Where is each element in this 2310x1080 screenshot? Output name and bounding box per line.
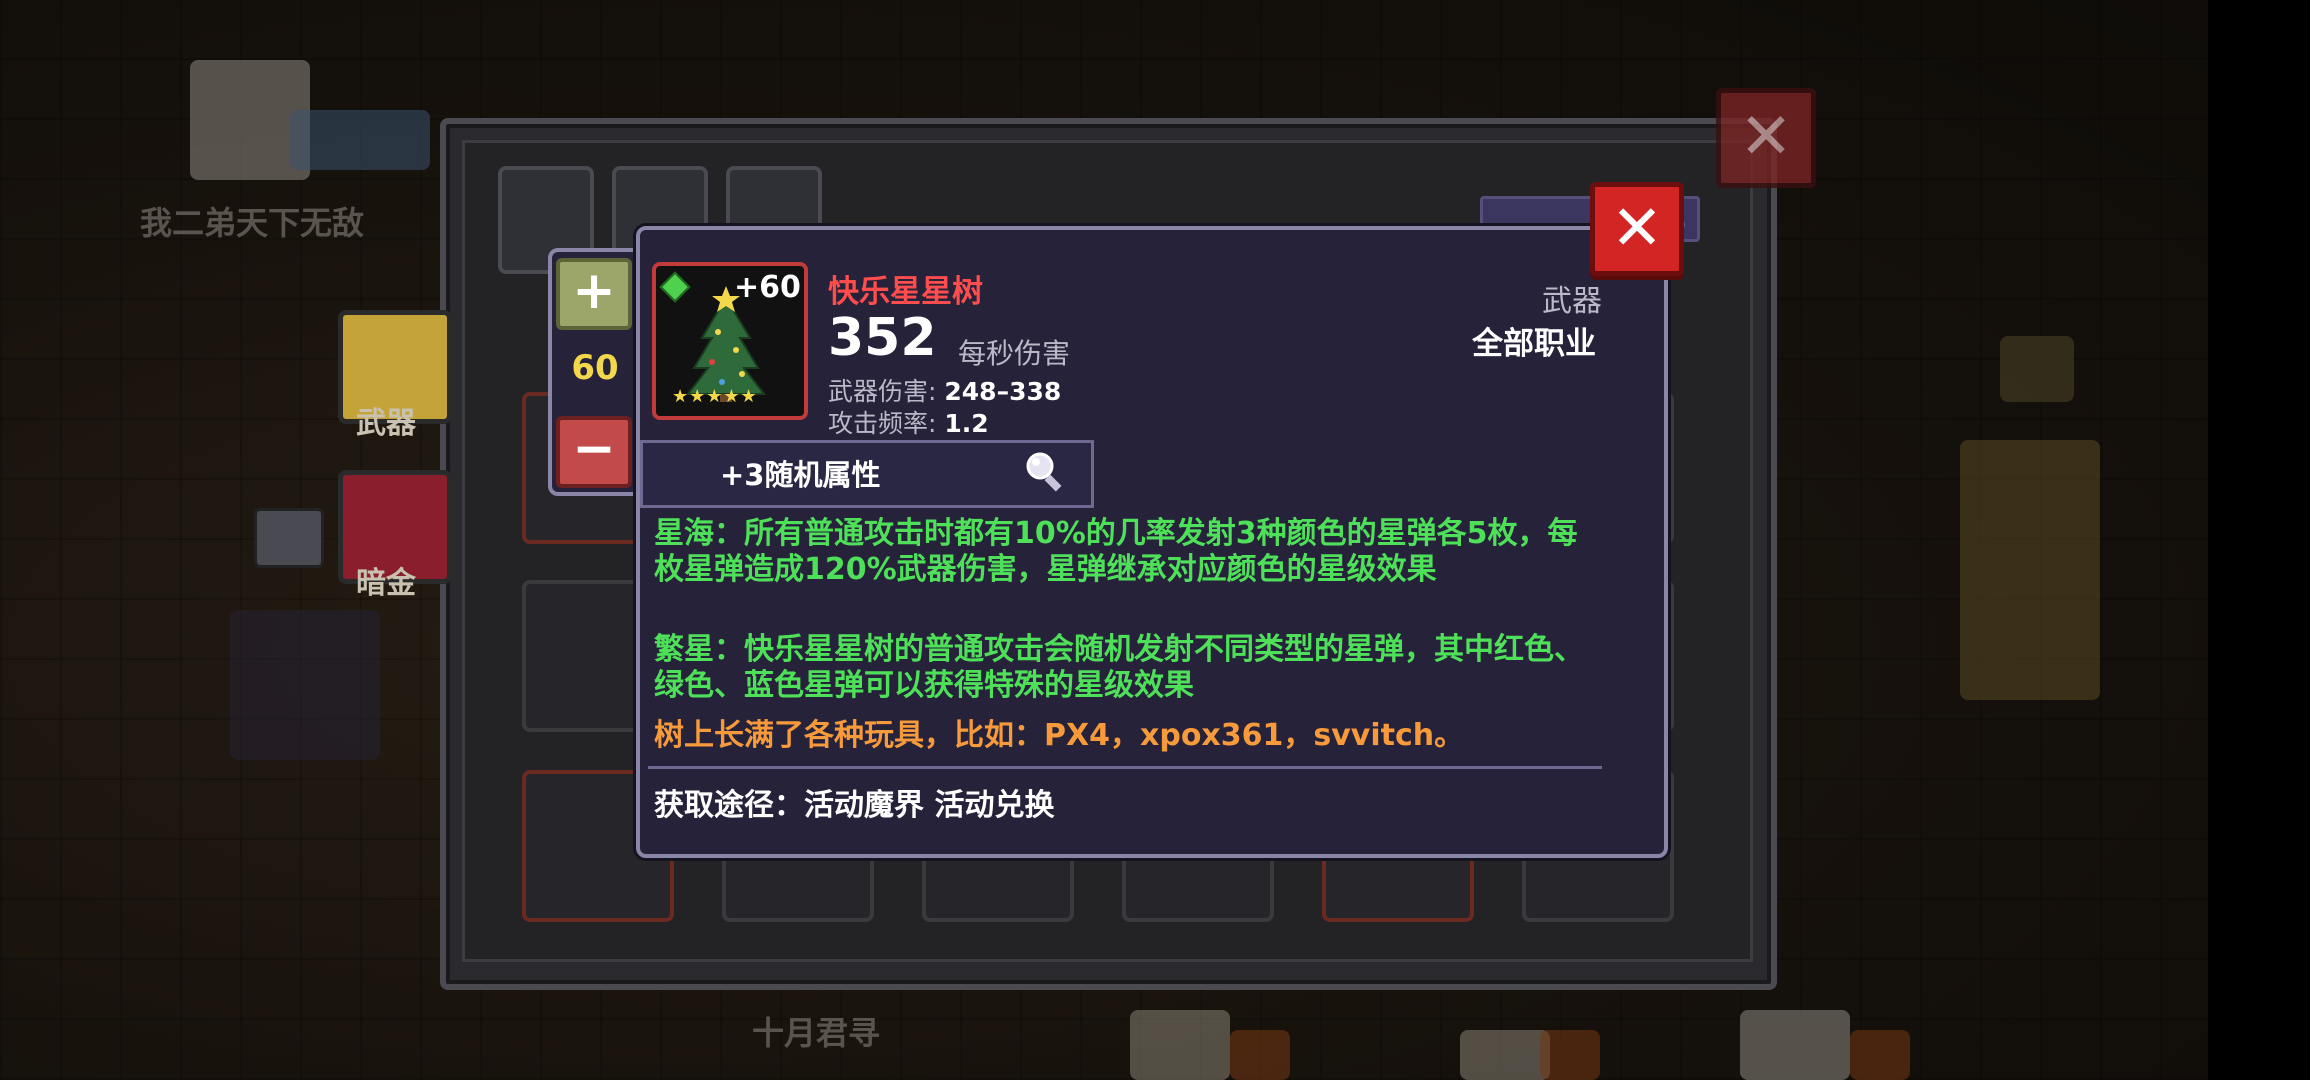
attack-rate-row: 攻击频率: 1.2	[828, 404, 989, 440]
effect-description-2: 繁星：快乐星星树的普通攻击会随机发射不同类型的星弹，其中红色、绿色、蓝色星弹可以…	[654, 632, 1584, 703]
flavor-text: 树上长满了各种玩具，比如：PX4，xpox361，svvitch。	[654, 718, 1465, 753]
level-decrease-button[interactable]: −	[556, 416, 632, 488]
acquisition-source: 获取途径：活动魔界 活动兑换	[654, 788, 1055, 823]
effect-description-1: 星海：所有普通攻击时都有10%的几率发射3种颜色的星弹各5枚，每枚星弹造成120…	[654, 516, 1578, 587]
magnifier-icon[interactable]	[1022, 448, 1068, 494]
weapon-damage-row: 武器伤害: 248–338	[828, 372, 1061, 408]
item-name: 快乐星星树	[828, 274, 983, 310]
inventory-close-button[interactable]: ✕	[1716, 88, 1816, 188]
divider	[648, 766, 1602, 769]
dps-value: 352	[828, 308, 937, 368]
side-tab-weapons-label: 武器	[356, 406, 416, 441]
level-increase-button[interactable]: +	[556, 258, 632, 330]
star-rating: ★★★★★	[672, 386, 758, 407]
level-value: 60	[571, 348, 619, 388]
dps-label: 每秒伤害	[958, 337, 1071, 370]
side-tab-dark-gold-label: 暗金	[356, 566, 416, 601]
tooltip-close-button[interactable]: ✕	[1590, 182, 1684, 276]
attack-rate-label: 攻击频率:	[828, 409, 937, 438]
attack-rate-value: 1.2	[944, 409, 989, 438]
enhance-level-badge: +60	[734, 270, 801, 305]
item-class: 全部职业	[1472, 326, 1596, 362]
random-attributes-label: +3随机属性	[720, 458, 881, 492]
tv-icon	[254, 508, 324, 568]
weapon-damage-label: 武器伤害:	[828, 377, 937, 406]
item-type: 武器	[1542, 284, 1602, 319]
weapon-damage-value: 248–338	[944, 377, 1062, 406]
screen-edge	[2208, 0, 2310, 1080]
